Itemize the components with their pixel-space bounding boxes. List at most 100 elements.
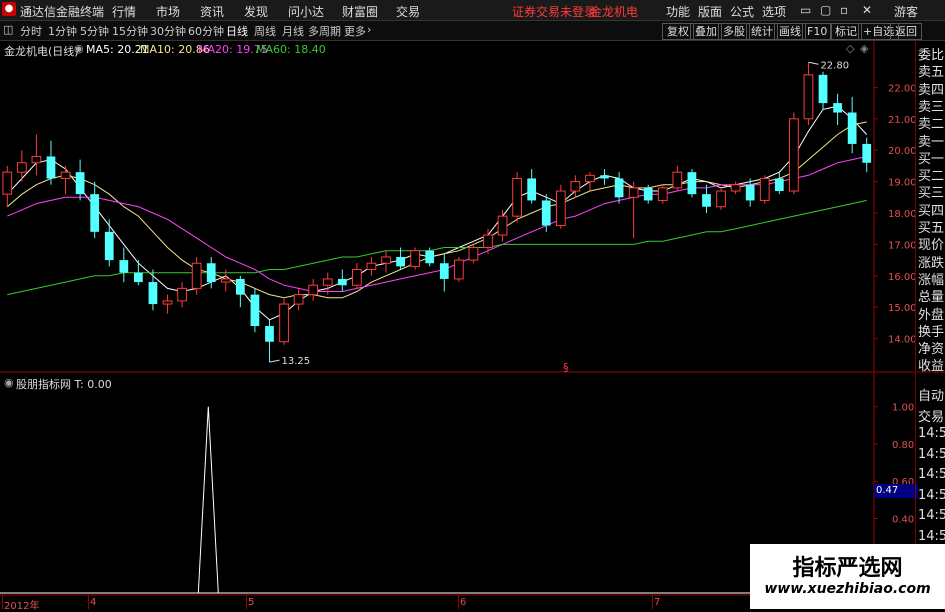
price-tick-label: 15.00	[888, 303, 917, 314]
candle-body-up	[162, 300, 173, 305]
candle-body-down	[396, 256, 405, 267]
price-tick-label: 21.00	[888, 115, 917, 126]
candle-body-down	[614, 178, 624, 198]
candle-body-up	[585, 174, 595, 183]
high-marker-line	[808, 61, 819, 65]
indicator-label: 股朋指标网 T: 0.00	[16, 378, 112, 391]
quote-field-label: 换手	[918, 324, 945, 340]
quote-field-label: 委比	[918, 48, 945, 63]
candle-body-up	[322, 278, 333, 286]
candle-body-up	[2, 171, 13, 195]
date-axis-label: 2012年	[4, 601, 40, 612]
date-tick	[246, 595, 247, 609]
candle-body-down	[600, 175, 609, 179]
candle-body-up	[177, 287, 187, 302]
candle-body-down	[541, 200, 551, 226]
quote-field-label: 卖一	[918, 134, 945, 150]
candle-body-down	[119, 260, 129, 273]
quote-field-label: 卖五	[918, 65, 945, 81]
date-tick	[88, 595, 89, 609]
candle-body-down	[702, 194, 711, 207]
quote-field-label: 净资	[918, 342, 945, 358]
candle-body-up	[381, 256, 391, 264]
candle-body-up	[220, 278, 231, 283]
price-tick-label: 17.00	[888, 240, 917, 251]
quote-field-label: 买一	[918, 151, 945, 167]
quote-field-label: 买三	[918, 186, 945, 202]
kline-chart-area: 14.00 15.00 16.00 17.00 18.00 19.00 20.00 21.00…	[0, 40, 945, 609]
indicator-icon[interactable]: ◉	[4, 376, 14, 389]
candle-body-up	[716, 190, 726, 208]
auto-trade-label: 自动	[918, 389, 945, 404]
candle-body-up	[730, 184, 741, 192]
candle-body-down	[90, 194, 100, 232]
quote-field-label: 买五	[918, 221, 945, 236]
price-tick-label: 18.00	[888, 209, 917, 220]
t-indicator-line	[197, 406, 219, 594]
candle-body-down	[687, 172, 697, 195]
candle-body-up	[789, 118, 799, 192]
candle-body-up	[570, 181, 581, 192]
price-tick-label: 14.00	[888, 335, 917, 346]
candle-body-down	[745, 184, 755, 201]
candle-body-up	[453, 259, 464, 280]
section-mark-icon[interactable]: §	[563, 361, 569, 374]
candle-body-down	[833, 103, 842, 113]
date-tick	[2, 595, 3, 609]
candle-body-down	[818, 74, 828, 104]
candle-body-down	[425, 250, 435, 264]
low-marker-line	[269, 359, 280, 363]
indicator-tick-label: 0.40	[892, 514, 914, 525]
candle-body-up	[468, 247, 479, 261]
quote-field-label: 买二	[918, 169, 945, 185]
candle-body-down	[847, 112, 857, 144]
date-tick	[458, 595, 459, 609]
trade-time-label: 14:56	[918, 426, 945, 441]
price-tick-label: 22.00	[888, 83, 917, 94]
side-panel-divider	[915, 40, 916, 609]
candle-body-down	[774, 178, 784, 192]
indicator-tick-label: 1.00	[892, 403, 914, 414]
candle-body-down	[265, 326, 274, 342]
date-axis-label: 4	[90, 597, 97, 608]
candle-body-up	[803, 74, 814, 120]
trade-time-label: 14:56	[918, 467, 945, 482]
candle-body-down	[527, 178, 537, 201]
candle-body-down	[46, 156, 56, 179]
price-tick-label: 16.00	[888, 272, 917, 283]
candle-body-down	[439, 263, 449, 279]
date-axis-label: 5	[248, 597, 255, 608]
current-value-badge: 0.47	[874, 484, 918, 498]
candle-body-down	[206, 263, 216, 283]
ma5-line	[6, 105, 868, 321]
candle-body-up	[366, 262, 377, 271]
candle-body-up	[293, 294, 304, 305]
date-axis-label: 6	[460, 597, 467, 608]
indicator-tick-label: 0.80	[892, 440, 914, 451]
candle-body-up	[31, 155, 42, 164]
candle-body-up	[60, 171, 71, 179]
quote-field-label: 外盘	[918, 307, 945, 323]
quote-field-label: 卖二	[918, 117, 945, 133]
candle-body-down	[337, 278, 347, 286]
candle-body-up	[483, 234, 493, 249]
quote-field-label: 卖四	[918, 82, 945, 98]
candle-body-up	[497, 215, 508, 236]
high-price-label: 22.80	[820, 60, 849, 71]
candle-body-down	[75, 172, 85, 195]
watermark-url: www.xuezhibiao.com	[764, 581, 931, 597]
price-tick-label: 20.00	[888, 146, 917, 157]
quote-field-label: 现价	[918, 238, 945, 254]
quote-field-label: 收益	[918, 359, 945, 375]
low-price-label: 13.25	[281, 356, 310, 367]
candle-body-up	[512, 177, 522, 217]
candle-body-up	[759, 177, 770, 201]
candle-body-down	[148, 282, 158, 305]
candle-body-down	[862, 143, 872, 163]
candle-body-down	[134, 272, 143, 283]
candle-body-up	[628, 187, 639, 198]
ma20-line	[7, 156, 867, 292]
candle-body-up	[308, 284, 319, 296]
quote-field-label: 买四	[918, 203, 945, 219]
date-tick	[652, 595, 653, 609]
